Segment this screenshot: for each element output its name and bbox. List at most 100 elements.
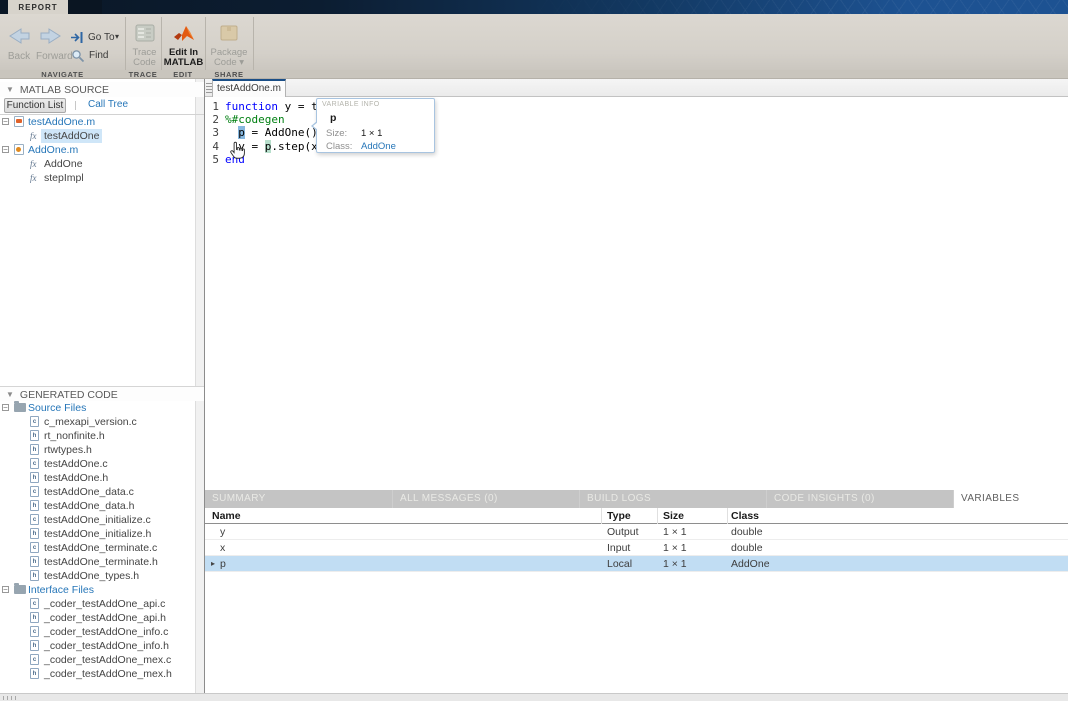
report-tab-notch: [68, 0, 102, 14]
tree-item-testaddone-terminate-c[interactable]: ctestAddOne_terminate.c: [0, 541, 204, 555]
resize-grip-icon[interactable]: [3, 696, 17, 700]
tree-item-testaddone-m[interactable]: – testAddOne.m: [0, 115, 204, 129]
tree-item-label: AddOne: [41, 157, 86, 171]
call-tree-tab[interactable]: Call Tree: [88, 99, 128, 110]
tree-item--coder-testaddone-api-h[interactable]: h_coder_testAddOne_api.h: [0, 611, 204, 625]
tree-item-label: testAddOne_data.h: [41, 499, 138, 513]
line-number: 3: [205, 126, 225, 139]
editor-tab-testaddone[interactable]: testAddOne.m: [212, 79, 286, 97]
bottom-tab-build-logs[interactable]: BUILD LOGS: [580, 490, 767, 508]
tree-item-testaddone-c[interactable]: ctestAddOne.c: [0, 457, 204, 471]
c-file-icon: c: [30, 458, 39, 469]
cell-type: Output: [607, 524, 639, 540]
tree-item-addone-m[interactable]: –AddOne.m: [0, 143, 204, 157]
variables-table-body: yOutput1 × 1doublexInput1 × 1double▸pLoc…: [205, 524, 1068, 572]
tree-item-testaddone-initialize-h[interactable]: htestAddOne_initialize.h: [0, 527, 204, 541]
col-header-type[interactable]: Type: [607, 508, 631, 524]
tree-item-testaddone-h[interactable]: htestAddOne.h: [0, 471, 204, 485]
back-button[interactable]: Back: [6, 25, 32, 63]
cell-class: double: [731, 524, 763, 540]
tree-item-testaddone-data-h[interactable]: htestAddOne_data.h: [0, 499, 204, 513]
variable-row-x[interactable]: xInput1 × 1double: [205, 540, 1068, 556]
package-code-icon: [219, 24, 239, 42]
c-file-icon: c: [30, 514, 39, 525]
tree-item-interface-files[interactable]: –Interface Files: [0, 583, 204, 597]
tree-item-addone[interactable]: fxAddOne: [0, 157, 204, 171]
tree-item-rt-nonfinite-h[interactable]: hrt_nonfinite.h: [0, 429, 204, 443]
tree-item-testaddone-initialize-c[interactable]: ctestAddOne_initialize.c: [0, 513, 204, 527]
cell-name: x: [220, 540, 225, 556]
expander-minus-icon[interactable]: –: [2, 404, 9, 411]
trace-code-icon: [135, 24, 155, 42]
trace-label-2: Code: [128, 58, 161, 68]
col-header-class[interactable]: Class: [731, 508, 759, 524]
tree-item--coder-testaddone-info-h[interactable]: h_coder_testAddOne_info.h: [0, 639, 204, 653]
line-number: 5: [205, 153, 225, 166]
tree-item-label: c_mexapi_version.c: [41, 415, 140, 429]
row-expand-icon[interactable]: ▸: [211, 556, 215, 572]
bottom-tab-summary[interactable]: SUMMARY: [205, 490, 393, 508]
h-file-icon: h: [30, 500, 39, 511]
cell-class: AddOne: [731, 556, 770, 572]
matlab-source-title: MATLAB SOURCE: [20, 84, 109, 96]
collapse-triangle-icon[interactable]: ▼: [6, 390, 14, 399]
tooltip-class-link[interactable]: AddOne: [361, 141, 396, 152]
tree-item-label: testAddOne_initialize.c: [41, 513, 154, 527]
forward-button[interactable]: Forward: [36, 25, 66, 63]
col-header-size[interactable]: Size: [663, 508, 684, 524]
tree-item-testaddone-terminate-h[interactable]: htestAddOne_terminate.h: [0, 555, 204, 569]
tree-item-testaddone[interactable]: fxtestAddOne: [0, 129, 204, 143]
tree-item-rtwtypes-h[interactable]: hrtwtypes.h: [0, 443, 204, 457]
function-list-tab[interactable]: Function List: [4, 98, 66, 113]
tree-item-label: Source Files: [25, 401, 89, 415]
col-header-name[interactable]: Name: [212, 508, 241, 524]
tree-item-testaddone-types-h[interactable]: htestAddOne_types.h: [0, 569, 204, 583]
tree-item-stepimpl[interactable]: fxstepImpl: [0, 171, 204, 185]
c-file-icon: c: [30, 654, 39, 665]
tree-item-label: testAddOne.m: [25, 115, 98, 129]
expander-minus-icon[interactable]: –: [2, 146, 9, 153]
column-divider: [657, 508, 658, 524]
find-button[interactable]: Find: [70, 48, 114, 64]
section-navigate: NAVIGATE: [0, 70, 125, 79]
cell-size: 1 × 1: [663, 540, 687, 556]
tree-item--coder-testaddone-api-c[interactable]: c_coder_testAddOne_api.c: [0, 597, 204, 611]
report-tab[interactable]: REPORT: [8, 0, 68, 14]
cell-name: p: [220, 556, 226, 572]
tree-item-source-files[interactable]: – Source Files: [0, 401, 204, 415]
bottom-tab-code-insights-0-[interactable]: CODE INSIGHTS (0): [767, 490, 954, 508]
tooltip-size-value: 1 × 1: [361, 128, 382, 139]
variable-row-p[interactable]: ▸pLocal1 × 1AddOne: [205, 556, 1068, 572]
tree-item-label: testAddOne_data.c: [41, 485, 137, 499]
edit-in-matlab-button[interactable]: Edit In MATLAB: [163, 22, 204, 74]
toolbar-separator: [253, 17, 254, 73]
bottom-tab-variables[interactable]: VARIABLES: [954, 490, 1068, 508]
selected-variable-token[interactable]: p: [238, 126, 245, 139]
tree-item--coder-testaddone-mex-c[interactable]: c_coder_testAddOne_mex.c: [0, 653, 204, 667]
expander-minus-icon[interactable]: –: [2, 118, 9, 125]
generated-code-header[interactable]: ▼GENERATED CODE: [0, 386, 204, 401]
c-file-icon: c: [30, 598, 39, 609]
tree-item--coder-testaddone-mex-h[interactable]: h_coder_testAddOne_mex.h: [0, 667, 204, 681]
forward-arrow-icon: [38, 25, 64, 47]
sidebar: ▼ MATLAB SOURCE Function List Call Tree –…: [0, 79, 204, 693]
matlab-source-header[interactable]: ▼ MATLAB SOURCE: [0, 82, 204, 97]
column-divider: [601, 508, 602, 524]
code-token: function: [225, 100, 278, 113]
h-file-icon: h: [30, 612, 39, 623]
package-code-button[interactable]: Package Code ▾: [207, 22, 251, 74]
collapse-triangle-icon[interactable]: ▼: [6, 85, 14, 94]
variable-row-y[interactable]: yOutput1 × 1double: [205, 524, 1068, 540]
section-edit: EDIT: [161, 70, 205, 79]
code-token: %#codegen: [225, 113, 285, 126]
matlab-logo-icon: [172, 24, 196, 44]
ribbon-section-labels: NAVIGATE TRACE EDIT SHARE: [0, 70, 1068, 79]
goto-button[interactable]: Go To ▾: [70, 30, 122, 46]
tree-item-c-mexapi-version-c[interactable]: cc_mexapi_version.c: [0, 415, 204, 429]
tree-item-testaddone-data-c[interactable]: ctestAddOne_data.c: [0, 485, 204, 499]
trace-code-button[interactable]: Trace Code: [128, 22, 161, 74]
h-file-icon: h: [30, 430, 39, 441]
expander-minus-icon[interactable]: –: [2, 586, 9, 593]
bottom-tab-all-messages-0-[interactable]: ALL MESSAGES (0): [393, 490, 580, 508]
tree-item--coder-testaddone-info-c[interactable]: c_coder_testAddOne_info.c: [0, 625, 204, 639]
